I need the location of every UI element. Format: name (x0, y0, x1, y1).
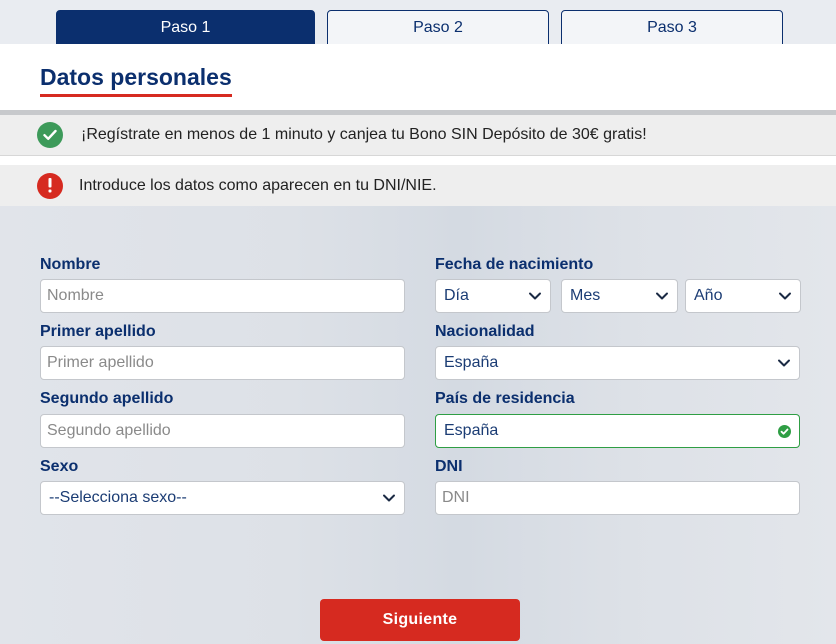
warning-notice-text: Introduce los datos como aparecen en tu … (79, 176, 437, 194)
dni-label: DNI (435, 458, 463, 475)
tab-paso-3[interactable]: Paso 3 (561, 10, 783, 45)
nacionalidad-select[interactable]: España (435, 346, 800, 380)
sexo-label: Sexo (40, 458, 79, 475)
page-title: Datos personales (40, 64, 232, 97)
tab-paso-1[interactable]: Paso 1 (56, 10, 315, 45)
segundo-apellido-label: Segundo apellido (40, 390, 174, 407)
primer-apellido-input[interactable] (40, 346, 405, 380)
ano-select[interactable]: Año (685, 279, 801, 313)
chevron-down-icon (778, 359, 790, 367)
nacionalidad-selected-value: España (444, 354, 499, 371)
exclamation-circle-icon (37, 172, 63, 199)
mes-select[interactable]: Mes (561, 279, 678, 313)
step-tabs: Paso 1 Paso 2 Paso 3 (0, 10, 836, 46)
check-circle-icon (37, 122, 63, 148)
primer-apellido-label: Primer apellido (40, 323, 156, 340)
nombre-input[interactable] (40, 279, 405, 313)
valid-check-icon (778, 425, 791, 438)
ano-selected-value: Año (694, 287, 723, 304)
sexo-select[interactable]: --Selecciona sexo-- (40, 481, 405, 515)
nombre-label: Nombre (40, 256, 101, 273)
tab-paso-2[interactable]: Paso 2 (327, 10, 549, 45)
segundo-apellido-input[interactable] (40, 414, 405, 448)
notice-gap (0, 156, 836, 165)
chevron-down-icon (656, 292, 668, 300)
dni-input[interactable] (435, 481, 800, 515)
success-notice: ¡Regístrate en menos de 1 minuto y canje… (0, 115, 836, 156)
dia-select[interactable]: Día (435, 279, 551, 313)
fecha-nacimiento-label: Fecha de nacimiento (435, 256, 594, 273)
page-header: Datos personales (0, 44, 836, 110)
warning-notice: Introduce los datos como aparecen en tu … (0, 165, 836, 206)
success-notice-text: ¡Regístrate en menos de 1 minuto y canje… (81, 126, 647, 143)
chevron-down-icon (779, 292, 791, 300)
pais-residencia-select[interactable]: España (435, 414, 800, 448)
chevron-down-icon (529, 292, 541, 300)
mes-selected-value: Mes (570, 287, 601, 304)
pais-residencia-label: País de residencia (435, 390, 575, 407)
dia-selected-value: Día (444, 287, 469, 304)
pais-residencia-selected-value: España (444, 422, 499, 439)
nacionalidad-label: Nacionalidad (435, 323, 535, 340)
siguiente-button[interactable]: Siguiente (320, 599, 520, 641)
sexo-selected-value: --Selecciona sexo-- (49, 489, 187, 506)
chevron-down-icon (383, 494, 395, 502)
